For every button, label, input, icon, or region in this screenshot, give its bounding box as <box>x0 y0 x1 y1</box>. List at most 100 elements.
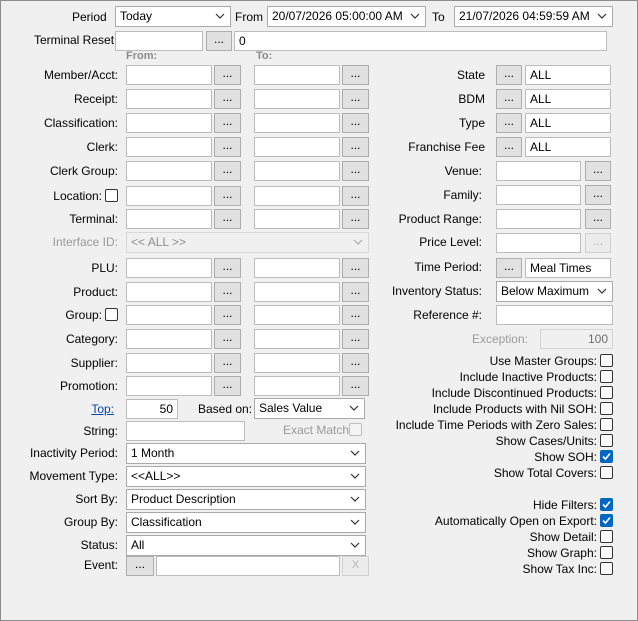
classification-from-browse-button[interactable]: ... <box>214 113 241 133</box>
hide-filters-checkbox[interactable] <box>600 498 613 511</box>
state-browse-button[interactable]: ... <box>496 65 522 85</box>
product-range-input[interactable] <box>496 209 581 229</box>
member-acct-to-input[interactable] <box>254 65 340 85</box>
group-from-input[interactable] <box>126 305 212 325</box>
time-period-value[interactable]: Meal Times <box>525 258 611 278</box>
location-to-browse-button[interactable]: ... <box>342 186 369 206</box>
include-discontinued-products-checkbox[interactable] <box>600 386 613 399</box>
include-time-periods-with-zero-sales-checkbox[interactable] <box>600 418 613 431</box>
movement-type-dropdown[interactable]: <<ALL>> <box>126 466 366 487</box>
classification-from-input[interactable] <box>126 113 212 133</box>
family-input[interactable] <box>496 185 581 205</box>
category-from-input[interactable] <box>126 329 212 349</box>
automatically-open-on-export-checkbox[interactable] <box>600 514 613 527</box>
clerk-from-input[interactable] <box>126 137 212 157</box>
venue-input[interactable] <box>496 161 581 181</box>
event-browse-button[interactable]: ... <box>126 556 154 576</box>
top-link[interactable]: Top: <box>61 401 114 417</box>
product-from-input[interactable] <box>126 282 212 302</box>
promotion-from-browse-button[interactable]: ... <box>214 376 241 396</box>
group-checkbox[interactable] <box>105 308 118 321</box>
location-to-input[interactable] <box>254 186 340 206</box>
franchise-fee-value[interactable]: ALL <box>525 137 611 157</box>
promotion-to-browse-button[interactable]: ... <box>342 376 369 396</box>
group-to-browse-button[interactable]: ... <box>342 305 369 325</box>
location-checkbox[interactable] <box>105 189 118 202</box>
event-input[interactable] <box>156 556 340 576</box>
type-value[interactable]: ALL <box>525 113 611 133</box>
price-level-input[interactable] <box>496 233 581 253</box>
bdm-value[interactable]: ALL <box>525 89 611 109</box>
top-count-input[interactable]: 50 <box>126 399 178 419</box>
supplier-to-input[interactable] <box>254 353 340 373</box>
product-range-browse-button[interactable]: ... <box>585 209 611 229</box>
clerk-group-to-browse-button[interactable]: ... <box>342 161 369 181</box>
status-dropdown[interactable]: All <box>126 535 366 556</box>
classification-to-input[interactable] <box>254 113 340 133</box>
exact-match-checkbox[interactable] <box>349 423 362 436</box>
clerk-from-browse-button[interactable]: ... <box>214 137 241 157</box>
product-to-input[interactable] <box>254 282 340 302</box>
show-tax-inc-checkbox[interactable] <box>600 562 613 575</box>
show-graph-checkbox[interactable] <box>600 546 613 559</box>
terminal-from-input[interactable] <box>126 209 212 229</box>
member-acct-from-input[interactable] <box>126 65 212 85</box>
price-level-browse-button[interactable]: ... <box>585 233 611 253</box>
include-inactive-products-checkbox[interactable] <box>600 370 613 383</box>
terminal-from-browse-button[interactable]: ... <box>214 209 241 229</box>
product-from-browse-button[interactable]: ... <box>214 282 241 302</box>
inventory-status-dropdown[interactable]: Below Maximum <box>496 281 613 302</box>
receipt-to-browse-button[interactable]: ... <box>342 89 369 109</box>
sort-by-dropdown[interactable]: Product Description <box>126 489 366 510</box>
inactivity-period-dropdown[interactable]: 1 Month <box>126 443 366 464</box>
show-soh-checkbox[interactable] <box>600 450 613 463</box>
category-to-browse-button[interactable]: ... <box>342 329 369 349</box>
plu-from-input[interactable] <box>126 258 212 278</box>
terminal-to-input[interactable] <box>254 209 340 229</box>
supplier-from-input[interactable] <box>126 353 212 373</box>
clerk-group-to-input[interactable] <box>254 161 340 181</box>
period-dropdown[interactable]: Today <box>115 6 231 27</box>
exception-input[interactable]: 100 <box>540 329 613 349</box>
promotion-from-input[interactable] <box>126 376 212 396</box>
show-total-covers-checkbox[interactable] <box>600 466 613 479</box>
member-acct-from-browse-button[interactable]: ... <box>214 65 241 85</box>
reference-input[interactable] <box>496 305 613 325</box>
product-to-browse-button[interactable]: ... <box>342 282 369 302</box>
location-from-input[interactable] <box>126 186 212 206</box>
string-input[interactable] <box>126 421 245 441</box>
show-cases-units-checkbox[interactable] <box>600 434 613 447</box>
time-period-browse-button[interactable]: ... <box>496 258 522 278</box>
venue-browse-button[interactable]: ... <box>585 161 611 181</box>
show-detail-checkbox[interactable] <box>600 530 613 543</box>
franchise-fee-browse-button[interactable]: ... <box>496 137 522 157</box>
based-on-dropdown[interactable]: Sales Value <box>254 398 365 419</box>
type-browse-button[interactable]: ... <box>496 113 522 133</box>
supplier-to-browse-button[interactable]: ... <box>342 353 369 373</box>
include-products-with-nil-soh-checkbox[interactable] <box>600 402 613 415</box>
group-from-browse-button[interactable]: ... <box>214 305 241 325</box>
from-datetime-picker[interactable]: 20/07/2026 05:00:00 AM <box>267 6 426 27</box>
bdm-browse-button[interactable]: ... <box>496 89 522 109</box>
interface-id-dropdown[interactable]: << ALL >> <box>126 232 369 253</box>
clerk-group-from-input[interactable] <box>126 161 212 181</box>
use-master-groups-checkbox[interactable] <box>600 354 613 367</box>
plu-to-browse-button[interactable]: ... <box>342 258 369 278</box>
member-acct-to-browse-button[interactable]: ... <box>342 65 369 85</box>
family-browse-button[interactable]: ... <box>585 185 611 205</box>
plu-to-input[interactable] <box>254 258 340 278</box>
group-to-input[interactable] <box>254 305 340 325</box>
clerk-group-from-browse-button[interactable]: ... <box>214 161 241 181</box>
group-by-dropdown[interactable]: Classification <box>126 512 366 533</box>
clerk-to-browse-button[interactable]: ... <box>342 137 369 157</box>
plu-from-browse-button[interactable]: ... <box>214 258 241 278</box>
receipt-from-browse-button[interactable]: ... <box>214 89 241 109</box>
terminal-to-browse-button[interactable]: ... <box>342 209 369 229</box>
category-from-browse-button[interactable]: ... <box>214 329 241 349</box>
terminal-reset-browse-button[interactable]: ... <box>206 31 232 51</box>
terminal-reset-count[interactable]: 0 <box>234 31 607 51</box>
category-to-input[interactable] <box>254 329 340 349</box>
event-clear-button[interactable]: X <box>342 556 369 576</box>
state-value[interactable]: ALL <box>525 65 611 85</box>
receipt-to-input[interactable] <box>254 89 340 109</box>
